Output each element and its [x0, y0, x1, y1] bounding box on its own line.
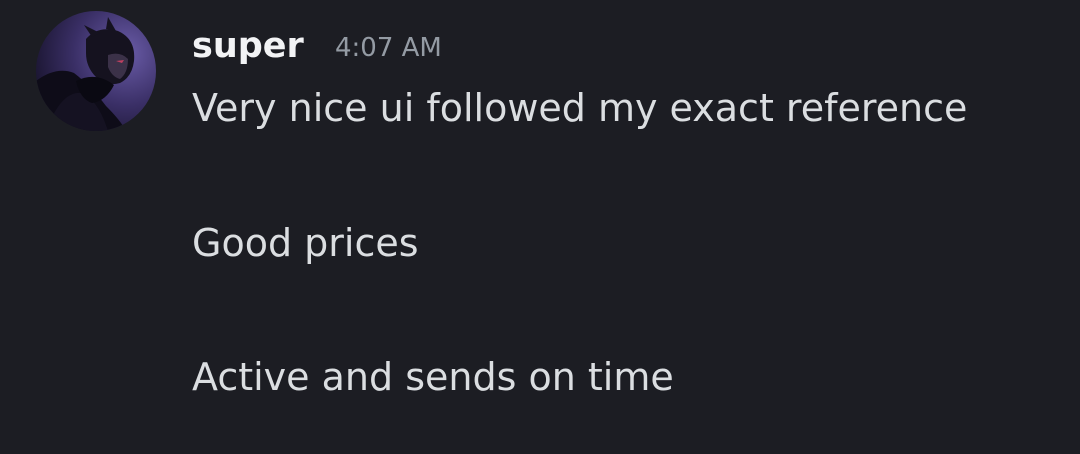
username[interactable]: super — [192, 24, 304, 68]
timestamp: 4:07 AM — [335, 33, 442, 63]
message-line: Very nice ui followed my exact reference — [192, 86, 968, 130]
avatar-image-icon — [36, 11, 156, 131]
message-line: Active and sends on time — [192, 355, 674, 399]
message-line: Good prices — [192, 221, 419, 265]
user-avatar[interactable] — [36, 11, 156, 131]
chat-message: super 4:07 AM Very nice ui followed my e… — [0, 0, 1080, 454]
